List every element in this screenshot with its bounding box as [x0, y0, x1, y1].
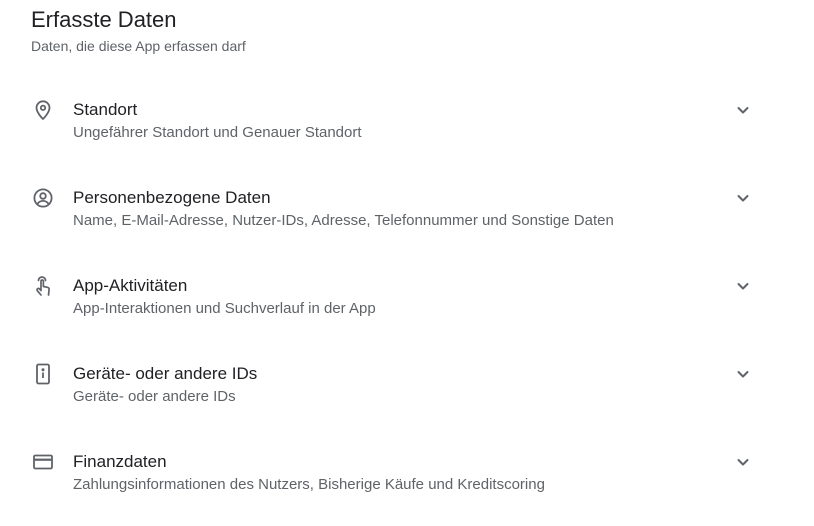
- data-category-title: Finanzdaten: [73, 452, 167, 471]
- data-category-description: Ungefährer Standort und Genauer Standort: [73, 124, 362, 141]
- collected-data-list: Standort Ungefährer Standort und Genauer…: [0, 88, 814, 526]
- section-title: Erfasste Daten: [31, 7, 177, 32]
- data-category-title: Personenbezogene Daten: [73, 188, 271, 207]
- data-category-financial-info[interactable]: Finanzdaten Zahlungsinformationen des Nu…: [0, 440, 814, 526]
- data-category-app-activity[interactable]: App-Aktivitäten App-Interaktionen und Su…: [0, 264, 814, 352]
- chevron-down-icon[interactable]: [731, 274, 755, 298]
- data-category-description: Geräte- oder andere IDs: [73, 388, 236, 405]
- data-category-description: Zahlungsinformationen des Nutzers, Bishe…: [73, 476, 545, 493]
- credit-card-icon: [31, 450, 55, 474]
- data-safety-section: Erfasste Daten Daten, die diese App erfa…: [0, 0, 814, 526]
- device-info-icon: [31, 362, 55, 386]
- data-category-personal-info[interactable]: Personenbezogene Daten Name, E-Mail-Adre…: [0, 176, 814, 264]
- data-category-device-ids[interactable]: Geräte- oder andere IDs Geräte- oder and…: [0, 352, 814, 440]
- account-circle-icon: [31, 186, 55, 210]
- touch-app-icon: [31, 274, 55, 298]
- chevron-down-icon[interactable]: [731, 450, 755, 474]
- data-category-description: Name, E-Mail-Adresse, Nutzer-IDs, Adress…: [73, 212, 614, 229]
- location-pin-icon: [31, 98, 55, 122]
- data-category-title: App-Aktivitäten: [73, 276, 188, 295]
- data-category-title: Geräte- oder andere IDs: [73, 364, 258, 383]
- data-category-location[interactable]: Standort Ungefährer Standort und Genauer…: [0, 88, 814, 176]
- data-category-description: App-Interaktionen und Suchverlauf in der…: [73, 300, 376, 317]
- chevron-down-icon[interactable]: [731, 186, 755, 210]
- chevron-down-icon[interactable]: [731, 98, 755, 122]
- data-category-title: Standort: [73, 100, 138, 119]
- chevron-down-icon[interactable]: [731, 362, 755, 386]
- section-subtitle: Daten, die diese App erfassen darf: [31, 38, 246, 54]
- section-header: Erfasste Daten Daten, die diese App erfa…: [31, 6, 246, 56]
